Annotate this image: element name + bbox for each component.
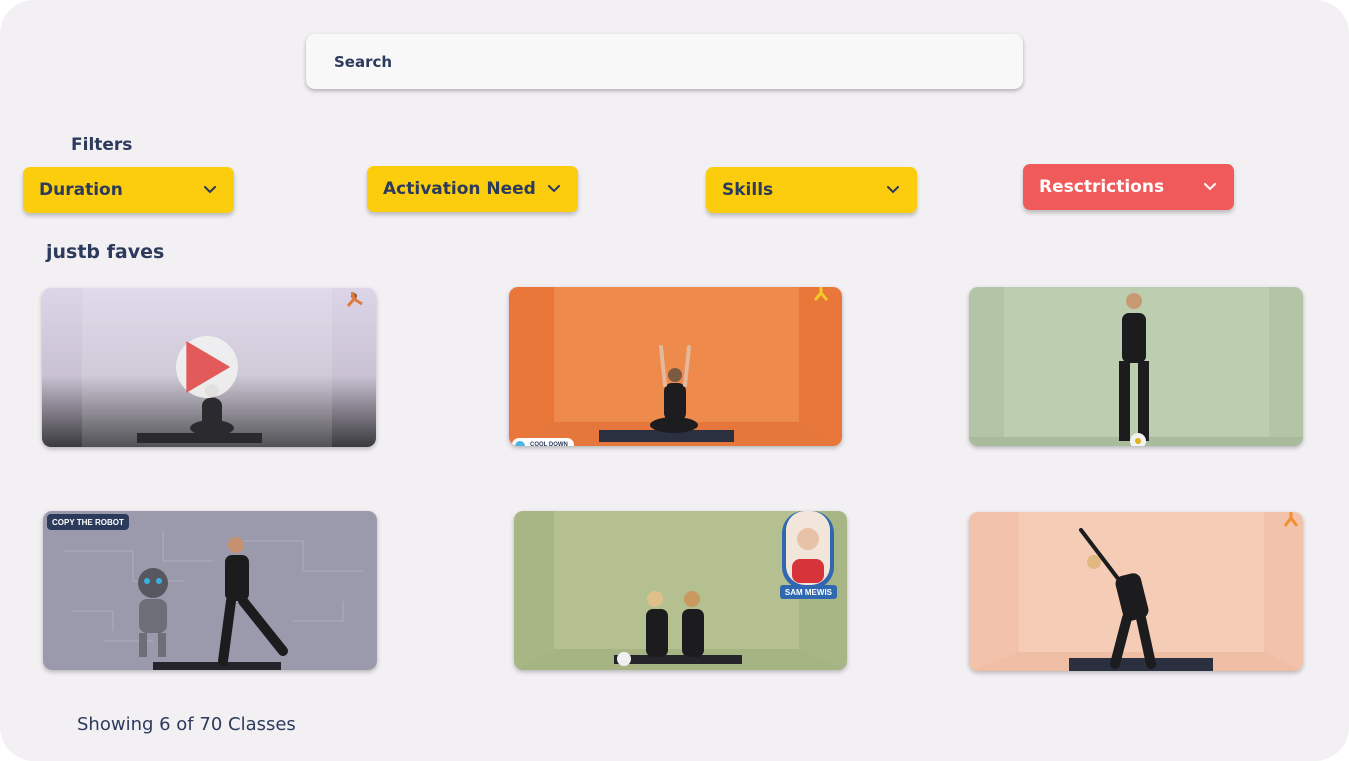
section-title: justb faves [46, 241, 165, 263]
app-window: Search Filters Duration Activation Need … [0, 0, 1349, 761]
play-icon [186, 341, 231, 393]
class-badge: COPY THE ROBOT [47, 514, 129, 530]
class-card[interactable] [969, 512, 1303, 671]
filter-label: Duration [39, 180, 123, 200]
filter-restrictions-dropdown[interactable]: Resctrictions [1023, 164, 1234, 210]
chevron-down-icon [204, 186, 216, 194]
chevron-down-icon [887, 186, 899, 194]
class-card[interactable]: COOL DOWN [509, 287, 842, 446]
filter-skills-dropdown[interactable]: Skills [706, 167, 917, 213]
filter-label: Skills [722, 180, 774, 200]
class-card[interactable]: COPY THE ROBOT [43, 511, 377, 670]
class-card[interactable] [42, 288, 376, 447]
class-thumbnail [43, 511, 377, 670]
search-input[interactable]: Search [306, 34, 1023, 89]
class-thumbnail [969, 512, 1303, 671]
class-thumbnail [969, 287, 1303, 446]
class-thumbnail [509, 287, 842, 446]
class-card[interactable]: SAM MEWIS [514, 511, 847, 670]
class-card[interactable] [969, 287, 1303, 446]
chevron-down-icon [548, 185, 560, 193]
filter-label: Activation Need [383, 179, 536, 199]
play-button[interactable] [176, 336, 238, 398]
filter-label: Resctrictions [1039, 177, 1165, 197]
results-count: Showing 6 of 70 Classes [77, 714, 296, 735]
chevron-down-icon [1204, 183, 1216, 191]
filter-duration-dropdown[interactable]: Duration [23, 167, 234, 213]
presenter-name-tag: SAM MEWIS [779, 585, 837, 599]
filter-activation-dropdown[interactable]: Activation Need [367, 166, 578, 212]
category-tag: COOL DOWN [512, 438, 574, 446]
filters-heading: Filters [71, 135, 133, 155]
